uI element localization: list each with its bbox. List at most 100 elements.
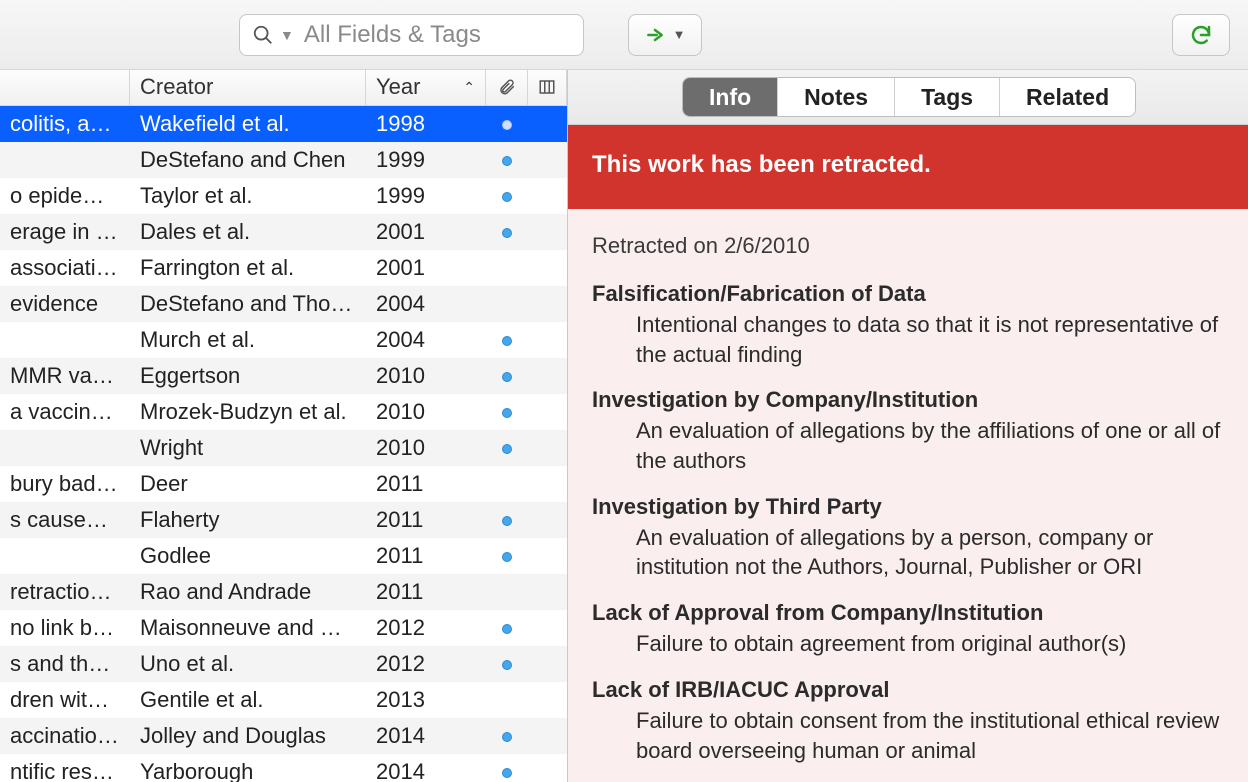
attachment-dot-icon — [502, 408, 512, 418]
reason-description: Intentional changes to data so that it i… — [636, 310, 1224, 369]
sync-button[interactable] — [1172, 14, 1230, 56]
table-row[interactable]: Godlee2011 — [0, 538, 567, 574]
cell-creator: Murch et al. — [130, 322, 366, 358]
cell-attachment — [486, 430, 528, 466]
search-mode-caret-icon[interactable]: ▼ — [280, 27, 294, 43]
column-creator[interactable]: Creator — [130, 70, 366, 105]
column-attachment[interactable] — [486, 70, 528, 105]
cell-creator: Wakefield et al. — [130, 106, 366, 142]
sync-icon — [1189, 23, 1213, 47]
cell-creator: DeStefano and Chen — [130, 142, 366, 178]
retraction-reason: Investigation by Company/Institution An e… — [592, 387, 1224, 475]
column-title[interactable] — [0, 70, 130, 105]
column-picker[interactable] — [528, 70, 567, 105]
table-row[interactable]: Wright2010 — [0, 430, 567, 466]
table-row[interactable]: bury bad …Deer2011 — [0, 466, 567, 502]
cell-creator: Taylor et al. — [130, 178, 366, 214]
table-row[interactable]: ntific rese…Yarborough2014 — [0, 754, 567, 782]
reason-description: Failure to obtain agreement from origina… — [636, 629, 1224, 659]
item-detail-pane: InfoNotesTagsRelated This work has been … — [568, 70, 1248, 782]
retraction-reason: Falsification/Fabrication of DataIntenti… — [592, 281, 1224, 369]
search-icon — [252, 24, 274, 46]
table-row[interactable]: o epidemio…Taylor et al.1999 — [0, 178, 567, 214]
arrow-right-icon — [645, 25, 665, 45]
cell-year: 1999 — [366, 178, 486, 214]
table-row[interactable]: MMR vacci…Eggertson2010 — [0, 358, 567, 394]
locate-button[interactable]: ▼ — [628, 14, 702, 56]
retraction-reason: Lack of IRB/IACUC ApprovalFailure to obt… — [592, 677, 1224, 765]
cell-attachment — [486, 394, 528, 430]
cell-year: 1999 — [366, 142, 486, 178]
cell-creator: Wright — [130, 430, 366, 466]
search-input[interactable]: ▼ All Fields & Tags — [239, 14, 584, 56]
cell-title: association — [0, 250, 130, 286]
column-headers: Creator Year ⌃ — [0, 70, 567, 106]
table-row[interactable]: associationFarrington et al.2001 — [0, 250, 567, 286]
table-row[interactable]: Murch et al.2004 — [0, 322, 567, 358]
cell-year: 2014 — [366, 754, 486, 782]
table-row[interactable]: a vaccinati…Mrozek-Budzyn et al.2010 — [0, 394, 567, 430]
cell-creator: Mrozek-Budzyn et al. — [130, 394, 366, 430]
toolbar: ▼ All Fields & Tags ▼ — [0, 0, 1248, 70]
cell-year: 2004 — [366, 286, 486, 322]
cell-attachment — [486, 358, 528, 394]
cell-title: s and the t… — [0, 646, 130, 682]
cell-creator: Flaherty — [130, 502, 366, 538]
table-row[interactable]: s and the t…Uno et al.2012 — [0, 646, 567, 682]
retraction-reason: Investigation by Third PartyAn evaluatio… — [592, 494, 1224, 582]
search-placeholder: All Fields & Tags — [304, 21, 481, 49]
cell-creator: Eggertson — [130, 358, 366, 394]
reason-title: Lack of IRB/IACUC Approval — [592, 677, 1224, 703]
tab-info[interactable]: Info — [683, 78, 778, 116]
tab-tags[interactable]: Tags — [895, 78, 1000, 116]
tab-notes[interactable]: Notes — [778, 78, 895, 116]
cell-attachment — [486, 214, 528, 250]
cell-title: s caused b… — [0, 502, 130, 538]
cell-year: 2011 — [366, 574, 486, 610]
attachment-dot-icon — [502, 552, 512, 562]
table-row[interactable]: dren with …Gentile et al.2013 — [0, 682, 567, 718]
cell-year: 2010 — [366, 394, 486, 430]
reason-description: An evaluation of allegations by the affi… — [636, 416, 1224, 475]
cell-creator: Yarborough — [130, 754, 366, 782]
table-row[interactable]: no link bet…Maisonneuve and Fl…2012 — [0, 610, 567, 646]
detail-tab-strip: InfoNotesTagsRelated — [568, 70, 1248, 125]
attachment-dot-icon — [502, 336, 512, 346]
attachment-dot-icon — [502, 228, 512, 238]
attachment-dot-icon — [502, 516, 512, 526]
table-row[interactable]: DeStefano and Chen1999 — [0, 142, 567, 178]
table-row[interactable]: retraction…Rao and Andrade2011 — [0, 574, 567, 610]
detail-body: Retracted on 2/6/2010 Falsification/Fabr… — [568, 209, 1248, 782]
cell-year: 2011 — [366, 466, 486, 502]
sort-asc-icon: ⌃ — [463, 79, 475, 96]
table-row[interactable]: accination…Jolley and Douglas2014 — [0, 718, 567, 754]
cell-year: 2012 — [366, 610, 486, 646]
reason-title: Investigation by Company/Institution — [592, 387, 1224, 413]
column-year[interactable]: Year ⌃ — [366, 70, 486, 105]
tab-related[interactable]: Related — [1000, 78, 1135, 116]
cell-creator: Farrington et al. — [130, 250, 366, 286]
locate-caret-icon[interactable]: ▼ — [673, 27, 686, 42]
cell-attachment — [486, 682, 528, 718]
table-row[interactable]: s caused b…Flaherty2011 — [0, 502, 567, 538]
item-list[interactable]: colitis, an…Wakefield et al.1998DeStefan… — [0, 106, 567, 782]
attachment-dot-icon — [502, 444, 512, 454]
cell-title: colitis, an… — [0, 106, 130, 142]
cell-attachment — [486, 250, 528, 286]
cell-title: o epidemio… — [0, 178, 130, 214]
cell-attachment — [486, 466, 528, 502]
cell-attachment — [486, 178, 528, 214]
cell-creator: DeStefano and Tho… — [130, 286, 366, 322]
table-row[interactable]: erage in C…Dales et al.2001 — [0, 214, 567, 250]
cell-creator: Deer — [130, 466, 366, 502]
cell-title: evidence — [0, 286, 130, 322]
cell-title: erage in C… — [0, 214, 130, 250]
cell-creator: Uno et al. — [130, 646, 366, 682]
attachment-dot-icon — [502, 732, 512, 742]
table-row[interactable]: evidenceDeStefano and Tho…2004 — [0, 286, 567, 322]
table-row[interactable]: colitis, an…Wakefield et al.1998 — [0, 106, 567, 142]
cell-year: 2014 — [366, 718, 486, 754]
paperclip-icon — [498, 78, 516, 96]
cell-title — [0, 322, 130, 358]
cell-creator: Jolley and Douglas — [130, 718, 366, 754]
